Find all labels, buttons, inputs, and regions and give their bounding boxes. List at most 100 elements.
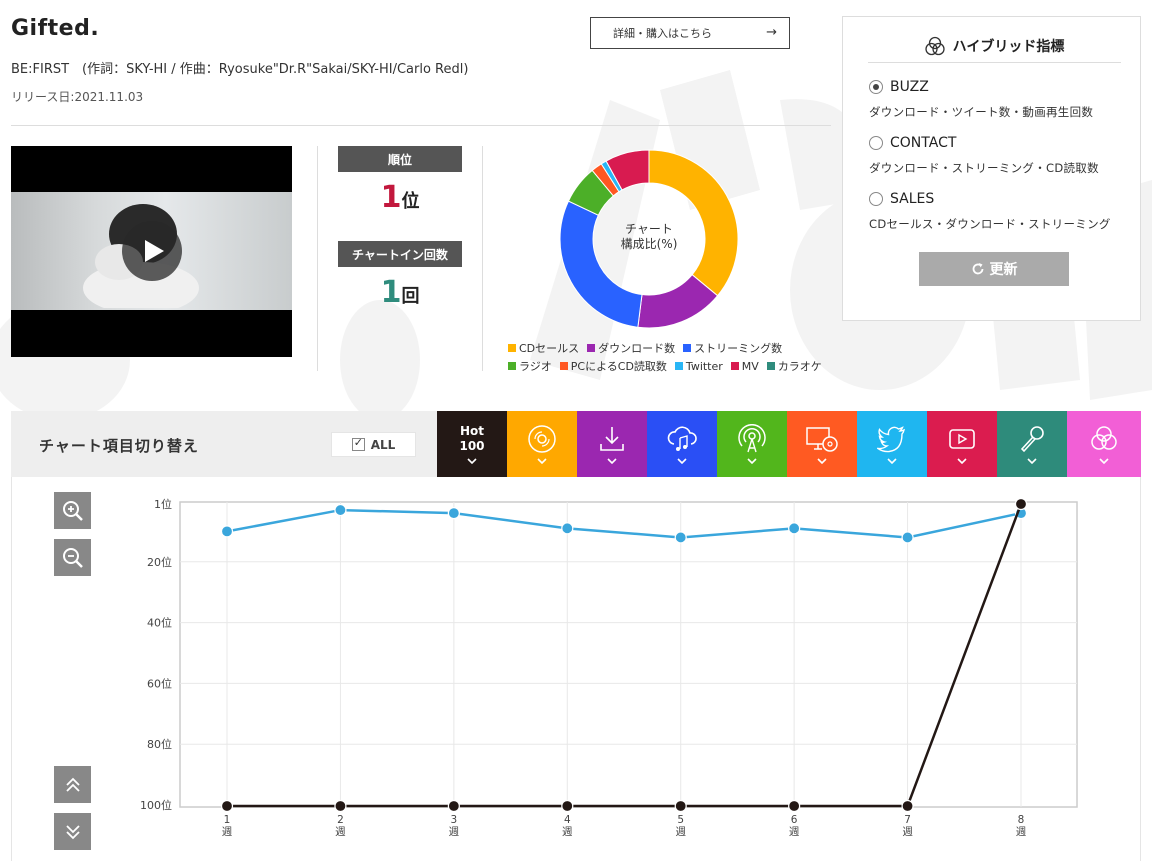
- play-button[interactable]: [122, 221, 182, 281]
- hybrid-panel-header: ハイブリッド指標: [868, 29, 1121, 63]
- series-point-0[interactable]: [788, 522, 801, 535]
- tab-hot100[interactable]: Hot 100: [437, 411, 507, 477]
- tab-streaming[interactable]: [647, 411, 717, 477]
- legend-label: Twitter: [685, 359, 723, 373]
- series-point-1[interactable]: [334, 799, 347, 813]
- series-point-0[interactable]: [447, 507, 460, 520]
- cloud-music-icon: [667, 426, 697, 451]
- rank-unit: 位: [401, 191, 420, 212]
- radio-buzz[interactable]: BUZZ: [869, 79, 929, 95]
- plot-frame: [179, 501, 1078, 808]
- download-icon: [600, 427, 624, 451]
- hybrid-circles-icon: [1091, 426, 1117, 450]
- series-point-1[interactable]: [788, 799, 801, 813]
- tab-twitter[interactable]: [857, 411, 927, 477]
- tab-hybrid[interactable]: [1067, 411, 1141, 477]
- legend-swatch: [559, 362, 568, 370]
- legend-item: カラオケ: [766, 358, 822, 374]
- x-tick-label: 4: [564, 814, 571, 826]
- series-point-1[interactable]: [901, 799, 914, 813]
- x-tick-label: 6: [791, 814, 798, 826]
- radio-buzz-desc: ダウンロード・ツイート数・動画再生回数: [869, 105, 1094, 119]
- checkbox-checked-icon[interactable]: [351, 436, 365, 451]
- chevron-down-icon: [817, 458, 827, 464]
- legend-item: CDセールス: [508, 340, 579, 356]
- legend-label: ラジオ: [519, 360, 552, 373]
- radio-contact-desc: ダウンロード・ストリーミング・CD読取数: [869, 161, 1099, 175]
- chevron-down-icon: [677, 458, 687, 464]
- radio-contact-label: CONTACT: [890, 135, 957, 151]
- chartin-value: 1回: [338, 275, 462, 310]
- series-point-1[interactable]: [561, 799, 574, 813]
- series-point-1[interactable]: [1014, 497, 1028, 511]
- twitter-bird-icon: [877, 426, 905, 453]
- hybrid-panel-title: ハイブリッド指標: [952, 38, 1065, 55]
- radio-contact-indicator[interactable]: [869, 136, 883, 150]
- detail-purchase-button[interactable]: 詳細・購入はこちら →: [590, 17, 790, 49]
- y-tick-label: 1位: [154, 497, 172, 511]
- y-tick-label: 60位: [147, 676, 172, 690]
- series-point-1[interactable]: [674, 799, 687, 813]
- tab-mv[interactable]: [927, 411, 997, 477]
- y-tick-label: 40位: [147, 616, 172, 630]
- tab-radio[interactable]: [717, 411, 787, 477]
- series-point-1[interactable]: [220, 799, 234, 813]
- rank-value: 1位: [338, 180, 462, 215]
- x-tick-label: 週: [675, 826, 686, 838]
- legend-swatch: [766, 362, 775, 370]
- tab-pc-read[interactable]: [787, 411, 857, 477]
- chevron-down-icon: [747, 458, 757, 464]
- x-tick-label: 3: [451, 814, 458, 826]
- x-tick-label: 週: [562, 826, 573, 838]
- hybrid-index-panel: ハイブリッド指標 BUZZ ダウンロード・ツイート数・動画再生回数 CONTAC…: [842, 16, 1141, 321]
- donut-legend-row2: ラジオ PCによるCD読取数 Twitter MV カラオケ: [508, 358, 838, 374]
- tab-hot100-line2: 100: [459, 439, 485, 453]
- video-player[interactable]: [11, 146, 292, 357]
- rank-number: 1: [380, 180, 402, 215]
- donut-legend-row1: CDセールス ダウンロード数 ストリーミング数: [508, 340, 838, 356]
- legend-item: Twitter: [674, 358, 723, 374]
- header-divider: [11, 125, 831, 126]
- series-point-1[interactable]: [447, 799, 460, 813]
- all-checkbox[interactable]: ALL: [331, 432, 416, 457]
- legend-item: ストリーミング数: [683, 340, 782, 356]
- chevron-down-icon: [957, 458, 967, 464]
- update-button-label: 更新: [989, 262, 1018, 278]
- radio-sales-label: SALES: [890, 191, 935, 207]
- x-tick-label: 7: [904, 814, 911, 826]
- chart-switcher-title: チャート項目切り替え: [39, 437, 199, 455]
- series-point-0[interactable]: [674, 531, 687, 544]
- stats-separator-left: [317, 146, 318, 371]
- series-point-0[interactable]: [901, 531, 914, 544]
- x-tick-label: 週: [335, 826, 346, 838]
- radio-sales-desc: CDセールス・ダウンロード・ストリーミング: [869, 217, 1111, 231]
- rank-label: 順位: [338, 146, 462, 172]
- chevron-down-icon: [607, 458, 617, 464]
- radio-contact[interactable]: CONTACT: [869, 135, 956, 151]
- all-checkbox-label: ALL: [370, 437, 396, 452]
- tab-hot100-line1: Hot: [459, 424, 485, 438]
- legend-swatch: [587, 344, 596, 352]
- tab-hot100-label: Hot 100: [459, 424, 484, 454]
- y-tick-label: 20位: [147, 555, 172, 569]
- series-point-0[interactable]: [561, 522, 574, 535]
- radio-buzz-indicator[interactable]: [869, 80, 883, 94]
- tab-karaoke[interactable]: [997, 411, 1067, 477]
- chevron-down-icon: [1099, 458, 1109, 464]
- chevron-down-icon: [537, 458, 547, 464]
- tab-download[interactable]: [577, 411, 647, 477]
- update-button[interactable]: 更新: [919, 252, 1069, 286]
- legend-item: MV: [730, 358, 759, 374]
- arrow-right-icon: →: [766, 25, 777, 40]
- radio-sales-indicator[interactable]: [869, 192, 883, 206]
- chartin-number: 1: [380, 275, 402, 310]
- donut-center-line1: チャート: [625, 222, 673, 236]
- x-tick-label: 5: [677, 814, 684, 826]
- radio-sales[interactable]: SALES: [869, 191, 934, 207]
- legend-swatch: [674, 362, 683, 370]
- stats-separator-right: [482, 146, 483, 371]
- cd-disc-icon: [528, 425, 556, 453]
- series-point-0[interactable]: [334, 503, 347, 517]
- series-point-0[interactable]: [220, 525, 234, 538]
- tab-cd-sales[interactable]: [507, 411, 577, 477]
